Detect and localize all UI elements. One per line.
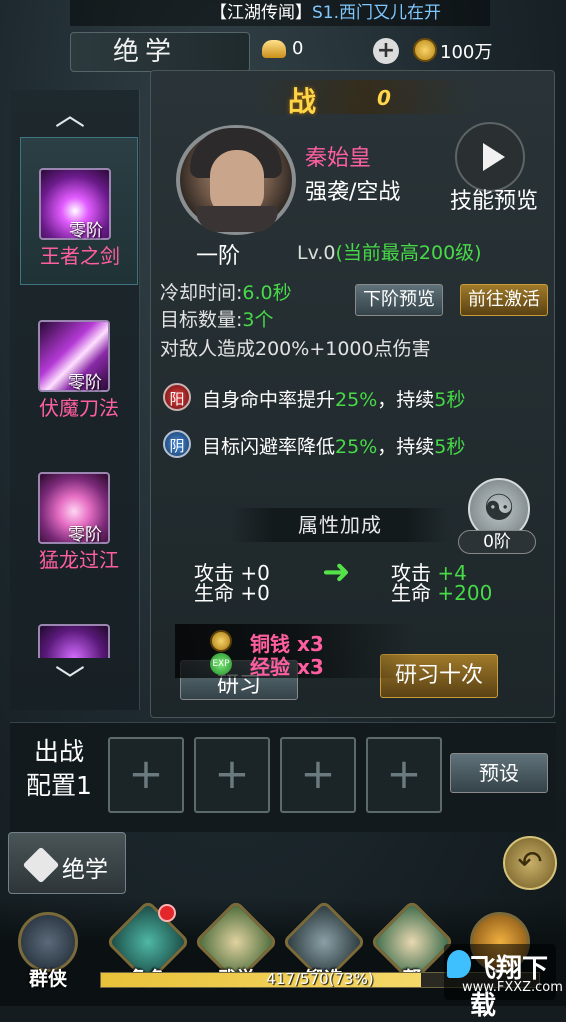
skill-name: 伏魔刀法 (39, 396, 119, 420)
attribute-bonus-title: 属性加成 (230, 508, 450, 542)
news-ticker: 【江湖传闻】S1.西门又儿在开 (70, 0, 490, 26)
lineup-slot[interactable]: + (366, 737, 442, 813)
hp-value: +0 (240, 581, 270, 605)
attribute-tier-badge: 0阶 (458, 530, 536, 554)
current-hp: 生命 +0 (194, 582, 270, 604)
back-arrow-icon[interactable]: ↶ (503, 836, 557, 890)
warrior-avatar-icon (18, 912, 78, 972)
skill-name: 猛龙过江 (39, 548, 119, 572)
yang-icon: 阳 (163, 383, 191, 411)
copper-coin-icon (210, 630, 232, 652)
effect-text: ，持续 (377, 436, 435, 458)
skill-tier: 零阶 (68, 373, 102, 393)
nav-label: 群侠 (28, 968, 67, 990)
effect-value: 25% (335, 436, 378, 458)
nav-qunxia[interactable]: 群侠 (8, 906, 88, 996)
targets-stat: 目标数量:3个 (160, 305, 274, 332)
effect-text: 目标闪避率降低 (202, 436, 336, 458)
lineup-label-line: 配置1 (26, 771, 92, 800)
upgrade-arrow-icon: ➜ (322, 552, 351, 592)
go-activate-button[interactable]: 前往激活 (460, 284, 548, 316)
effect-value: 25% (335, 389, 378, 411)
exp-reward: 经验 x3 (250, 655, 324, 679)
skill-item-fumodaofa[interactable]: 零阶 伏魔刀法 (20, 290, 138, 438)
hero-portrait-robe (196, 206, 278, 232)
cooldown-label: 冷却时间: (160, 282, 243, 304)
preset-button[interactable]: 预设 (450, 753, 548, 793)
skill-tier: 零阶 (69, 221, 103, 241)
skill-item-partial-icon[interactable] (38, 624, 110, 658)
skill-preview-label[interactable]: 技能预览 (450, 183, 538, 215)
hero-type: 强袭/空战 (305, 180, 401, 205)
hero-level: Lv.0(当前最高200级) (297, 238, 482, 265)
coin-amount: 100万 (440, 42, 493, 63)
hero-name: 秦始皇 (305, 146, 372, 171)
play-icon (483, 143, 505, 171)
next-hp: 生命 +200 (391, 582, 492, 604)
lineup-label-line: 出战 (33, 737, 84, 766)
gold-amount: 0 (292, 38, 304, 59)
cooldown-value: 6.0秒 (242, 282, 292, 304)
skill-item-menglongguojiang[interactable]: 零阶 猛龙过江 (20, 442, 138, 590)
news-text: S1.西门又儿在开 (312, 3, 442, 23)
lineup-slot[interactable]: + (194, 737, 270, 813)
effect-text: 自身命中率提升 (202, 389, 336, 411)
battle-power-label: 战 (288, 85, 317, 118)
effect-line: 目标闪避率降低25%，持续5秒 (202, 432, 465, 459)
level-value: Lv.0 (297, 242, 336, 264)
scroll-down-arrow-icon[interactable]: ﹀ (50, 667, 90, 697)
hp-label: 生命 (391, 581, 431, 605)
cooldown-stat: 冷却时间:6.0秒 (160, 278, 292, 305)
exp-icon: EXP (210, 653, 232, 675)
effect-duration: 5秒 (434, 436, 466, 458)
lineup-slot[interactable]: + (280, 737, 356, 813)
copper-coin-icon (413, 38, 437, 62)
hero-rank: 一阶 (196, 244, 241, 269)
effect-duration: 5秒 (434, 389, 466, 411)
effect-text: ，持续 (377, 389, 435, 411)
watermark-logo-icon (447, 950, 471, 978)
lineup-label: 出战配置1 (16, 735, 102, 805)
hp-value: +200 (437, 581, 493, 605)
battle-power-value: 0 (377, 86, 391, 110)
page-title: 绝学 (70, 32, 250, 72)
level-max: (当前最高200级) (335, 242, 482, 264)
tab-label: 绝学 (62, 857, 108, 883)
skill-tier: 零阶 (68, 525, 102, 545)
scroll-up-arrow-icon[interactable]: ︿ (50, 101, 90, 131)
recharge-plus-button[interactable]: + (373, 38, 399, 64)
targets-label: 目标数量: (160, 309, 243, 331)
effect-line: 自身命中率提升25%，持续5秒 (202, 385, 465, 412)
lineup-slot[interactable]: + (108, 737, 184, 813)
yin-icon: 阴 (163, 430, 191, 458)
news-prefix: 【江湖传闻】 (210, 3, 312, 23)
damage-description: 对敌人造成200%+1000点伤害 (160, 338, 431, 360)
next-tier-preview-button[interactable]: 下阶预览 (355, 284, 443, 316)
targets-value: 3个 (242, 309, 274, 331)
skill-item-wangzhezhijian[interactable]: 零阶 王者之剑 (20, 137, 138, 285)
gold-ingot-icon (262, 40, 286, 58)
skill-name: 王者之剑 (40, 244, 120, 268)
hp-label: 生命 (194, 581, 234, 605)
watermark-url: www.FXXZ.com (462, 980, 563, 995)
notification-dot-icon (158, 904, 176, 922)
